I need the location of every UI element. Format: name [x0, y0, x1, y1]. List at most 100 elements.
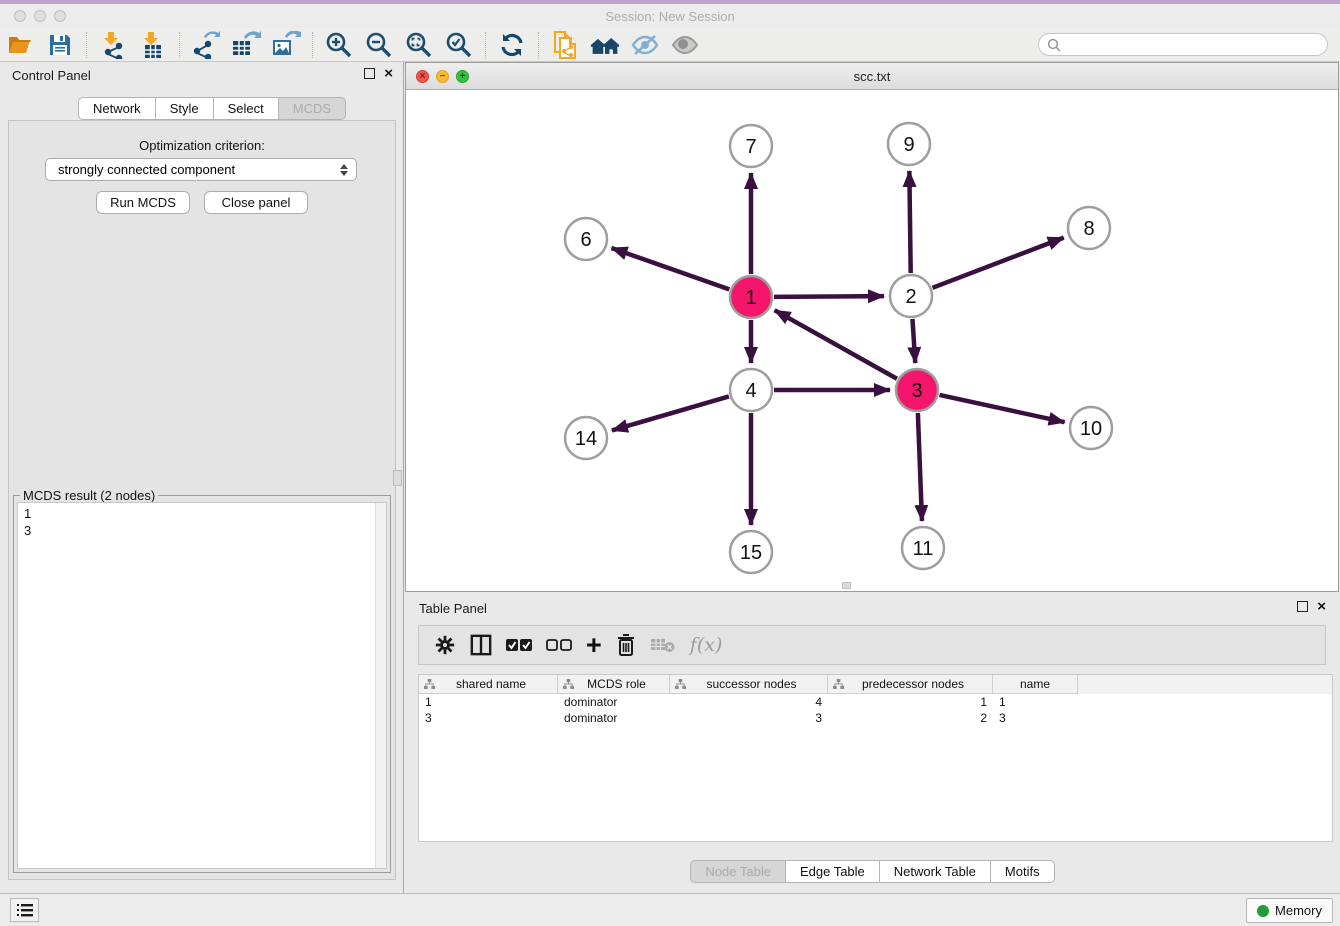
- table-cell[interactable]: 1: [993, 694, 1078, 710]
- zoom-selected-icon[interactable]: [444, 31, 474, 59]
- graph-node-15[interactable]: 15: [730, 531, 772, 573]
- column-header-shared-name[interactable]: shared name: [419, 675, 558, 694]
- tab-edge-table[interactable]: Edge Table: [786, 860, 880, 883]
- table-cell[interactable]: 4: [670, 694, 828, 710]
- graph-node-1[interactable]: 1: [730, 276, 772, 318]
- zoom-in-icon[interactable]: [324, 31, 354, 59]
- optimization-criterion-dropdown[interactable]: strongly connected component: [45, 158, 357, 181]
- mcds-result-fieldset: MCDS result (2 nodes) 1 3: [13, 495, 391, 873]
- table-row[interactable]: 3dominator323: [419, 710, 1332, 726]
- home-icon[interactable]: [590, 31, 620, 59]
- network-window-titlebar[interactable]: × − + scc.txt: [406, 63, 1338, 90]
- search-input[interactable]: [1066, 37, 1327, 52]
- close-panel-icon[interactable]: ×: [384, 68, 393, 79]
- table-row[interactable]: 1dominator411: [419, 694, 1332, 710]
- graph-edge-3-11[interactable]: [918, 413, 922, 521]
- tab-mcds[interactable]: MCDS: [279, 97, 346, 120]
- float-panel-icon[interactable]: [364, 68, 375, 79]
- network-scroll-nub[interactable]: [842, 582, 851, 589]
- eye-icon[interactable]: [670, 31, 700, 59]
- svg-text:10: 10: [1080, 418, 1102, 440]
- node-table[interactable]: shared nameMCDS rolesuccessor nodesprede…: [418, 674, 1333, 842]
- column-header-predecessor-nodes[interactable]: predecessor nodes: [828, 675, 993, 694]
- graph-node-6[interactable]: 6: [565, 218, 607, 260]
- tab-node-table[interactable]: Node Table: [690, 860, 786, 883]
- table-cell[interactable]: 2: [828, 710, 993, 726]
- clone-network-icon[interactable]: [550, 31, 580, 59]
- close-table-panel-icon[interactable]: ×: [1317, 601, 1326, 612]
- network-graph-canvas[interactable]: 7 9 6 8 1 2 4 3 14 10 15 11: [406, 90, 1338, 591]
- graph-edge-2-8[interactable]: [932, 238, 1063, 288]
- graph-edge-2-3[interactable]: [912, 319, 915, 363]
- column-header-name[interactable]: name: [993, 675, 1078, 694]
- table-cell[interactable]: 1: [828, 694, 993, 710]
- graph-node-7[interactable]: 7: [730, 125, 772, 167]
- save-session-icon[interactable]: [45, 31, 75, 59]
- column-header-successor-nodes[interactable]: successor nodes: [670, 675, 828, 694]
- export-network-icon[interactable]: [191, 31, 221, 59]
- graph-node-3[interactable]: 3: [896, 369, 938, 411]
- graph-node-2[interactable]: 2: [890, 275, 932, 317]
- status-bar: Memory: [0, 893, 1340, 926]
- table-cell[interactable]: dominator: [558, 710, 670, 726]
- search-icon: [1047, 38, 1061, 52]
- tab-select[interactable]: Select: [214, 97, 279, 120]
- split-view-icon[interactable]: [470, 630, 492, 660]
- tab-motifs[interactable]: Motifs: [991, 860, 1055, 883]
- graph-node-14[interactable]: 14: [565, 417, 607, 459]
- graph-edge-1-2[interactable]: [774, 296, 884, 297]
- svg-text:1: 1: [745, 287, 756, 309]
- float-table-panel-icon[interactable]: [1297, 601, 1308, 612]
- run-mcds-button[interactable]: Run MCDS: [96, 191, 190, 214]
- delete-row-icon[interactable]: [616, 630, 636, 660]
- graph-edge-3-10[interactable]: [939, 395, 1064, 422]
- column-header-mcds-role[interactable]: MCDS role: [558, 675, 670, 694]
- zoom-out-icon[interactable]: [364, 31, 394, 59]
- graph-node-10[interactable]: 10: [1070, 407, 1112, 449]
- mcds-result-textarea[interactable]: 1 3: [17, 502, 387, 869]
- add-row-icon[interactable]: +: [586, 630, 602, 660]
- memory-button[interactable]: Memory: [1246, 898, 1333, 923]
- hide-eye-icon[interactable]: [630, 31, 660, 59]
- close-panel-button[interactable]: Close panel: [204, 191, 308, 214]
- graph-edge-2-9[interactable]: [909, 171, 910, 273]
- table-cell[interactable]: 3: [670, 710, 828, 726]
- select-all-icon[interactable]: [506, 630, 532, 660]
- svg-text:8: 8: [1083, 218, 1094, 240]
- graph-node-4[interactable]: 4: [730, 369, 772, 411]
- table-cell[interactable]: 1: [419, 694, 558, 710]
- table-cell[interactable]: 3: [993, 710, 1078, 726]
- delete-column-icon: [650, 630, 676, 660]
- graph-node-11[interactable]: 11: [902, 527, 944, 569]
- svg-text:4: 4: [745, 380, 756, 402]
- gear-icon[interactable]: [434, 630, 456, 660]
- table-panel-tabs: Node TableEdge TableNetwork TableMotifs: [405, 860, 1340, 883]
- graph-edge-4-14[interactable]: [612, 396, 729, 430]
- import-table-icon[interactable]: [138, 31, 168, 59]
- graph-edge-1-6[interactable]: [611, 248, 729, 289]
- titlebar[interactable]: Session: New Session: [0, 4, 1340, 28]
- search-field[interactable]: [1038, 33, 1328, 56]
- table-panel-header: Table Panel ×: [405, 596, 1340, 620]
- export-table-icon[interactable]: [231, 31, 261, 59]
- import-network-icon[interactable]: [98, 31, 128, 59]
- toolbar-separator: [485, 32, 486, 58]
- deselect-all-icon[interactable]: [546, 630, 572, 660]
- task-history-button[interactable]: [10, 898, 39, 922]
- panel-splitter-handle[interactable]: [393, 470, 402, 486]
- network-view-window: × − + scc.txt 7 9 6 8 1 2 4 3 14 10 15 11: [405, 62, 1339, 592]
- graph-edge-3-1[interactable]: [775, 310, 897, 379]
- refresh-icon[interactable]: [497, 31, 527, 59]
- result-scrollbar[interactable]: [375, 503, 386, 868]
- graph-node-8[interactable]: 8: [1068, 207, 1110, 249]
- export-image-icon[interactable]: [271, 31, 301, 59]
- open-file-icon[interactable]: [5, 31, 35, 59]
- tab-network-table[interactable]: Network Table: [880, 860, 991, 883]
- table-cell[interactable]: dominator: [558, 694, 670, 710]
- table-cell[interactable]: 3: [419, 710, 558, 726]
- zoom-fit-icon[interactable]: [404, 31, 434, 59]
- svg-text:6: 6: [580, 229, 591, 251]
- tab-style[interactable]: Style: [156, 97, 214, 120]
- tab-network[interactable]: Network: [78, 97, 156, 120]
- graph-node-9[interactable]: 9: [888, 123, 930, 165]
